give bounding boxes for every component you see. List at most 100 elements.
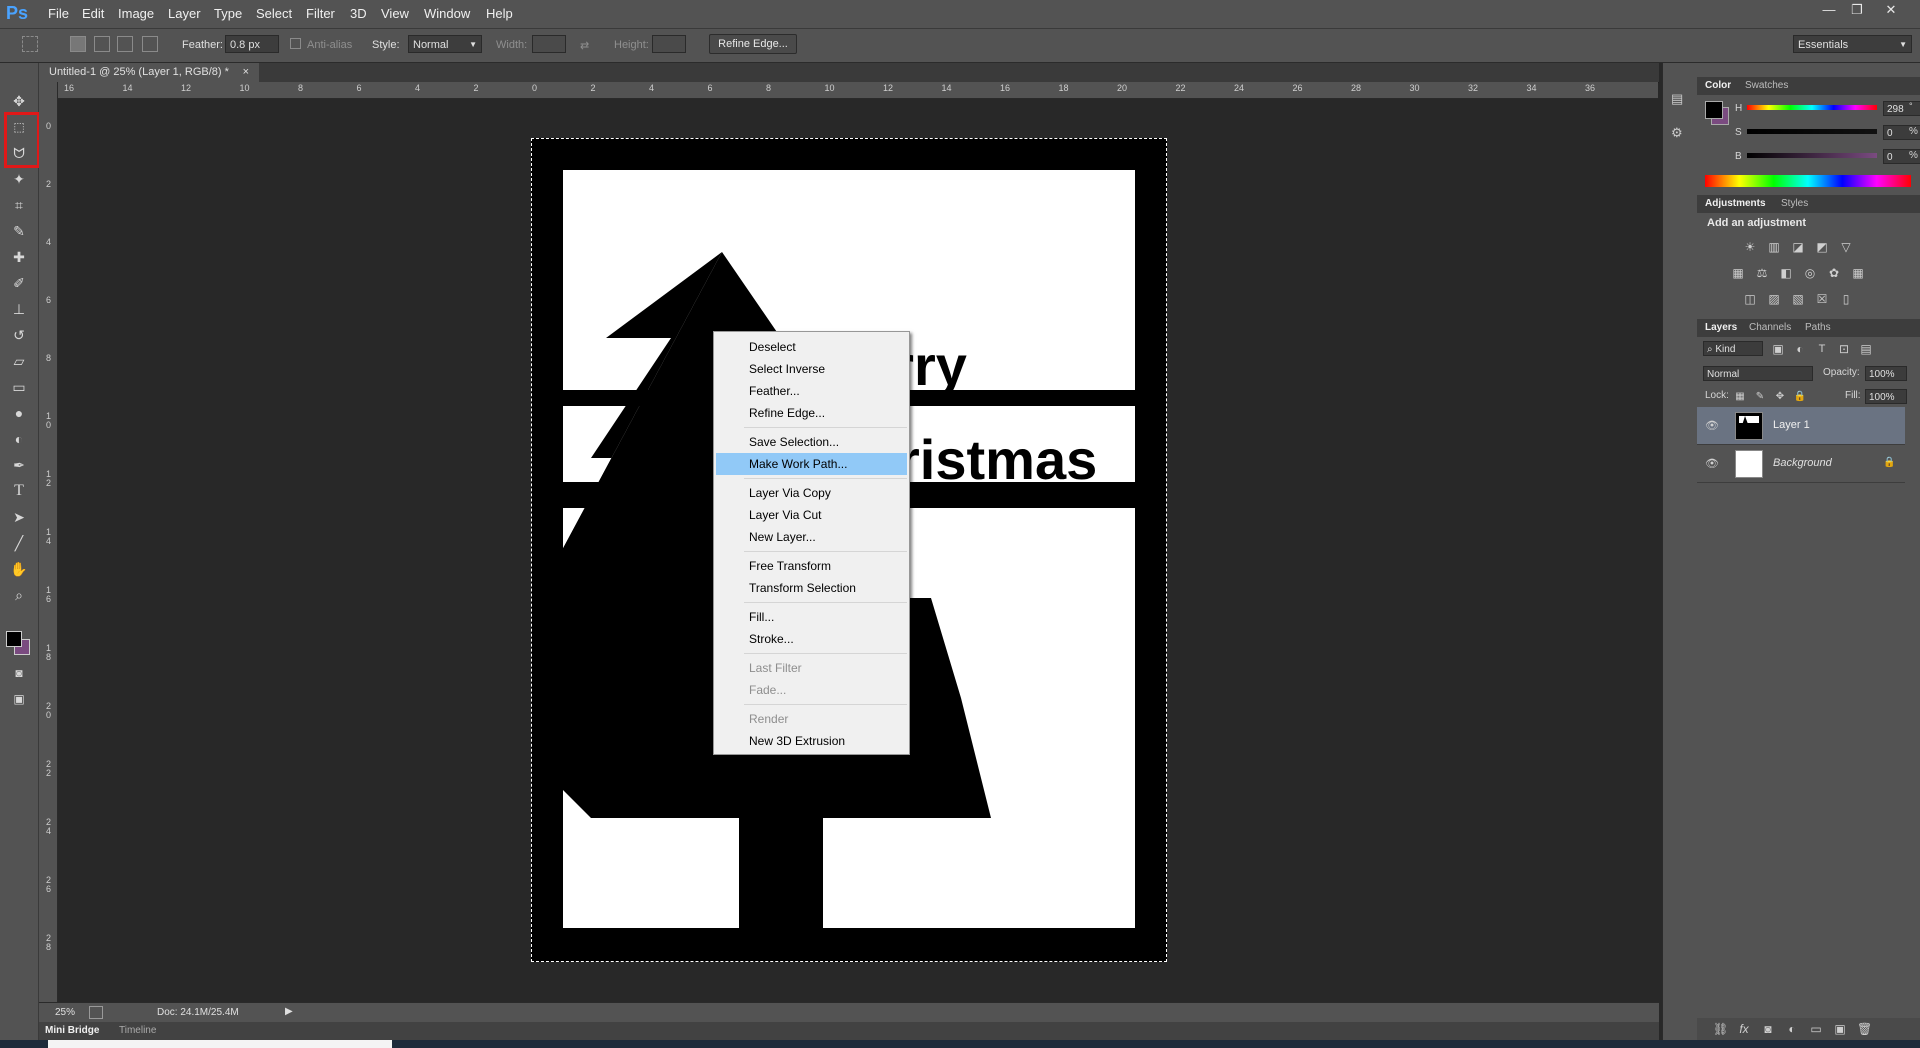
- document-tab[interactable]: Untitled-1 @ 25% (Layer 1, RGB/8) * ×: [39, 63, 259, 82]
- filter-adjustment-icon[interactable]: ◐: [1793, 343, 1807, 355]
- menu-item-new-3d-extrusion[interactable]: New 3D Extrusion: [716, 730, 907, 752]
- link-layers-icon[interactable]: ⛓: [1713, 1023, 1728, 1035]
- menu-item-transform-selection[interactable]: Transform Selection: [716, 577, 907, 599]
- menu-window[interactable]: Window: [424, 6, 470, 21]
- invert-icon[interactable]: ◫: [1743, 293, 1757, 305]
- tab-channels[interactable]: Channels: [1749, 322, 1791, 333]
- line-tool-icon[interactable]: ╱: [8, 533, 30, 553]
- menu-item-layer-via-copy[interactable]: Layer Via Copy: [716, 482, 907, 504]
- new-selection-icon[interactable]: [70, 36, 86, 52]
- swap-icon[interactable]: ⇄: [580, 39, 589, 52]
- menu-item-fill[interactable]: Fill...: [716, 606, 907, 628]
- type-tool-icon[interactable]: T: [8, 481, 30, 501]
- posterize-icon[interactable]: ▨: [1767, 293, 1781, 305]
- lock-all-icon[interactable]: 🔒: [1793, 391, 1807, 403]
- taskbar-item[interactable]: [48, 1040, 392, 1048]
- crop-tool-icon[interactable]: ⌗: [8, 195, 30, 215]
- brightness-contrast-icon[interactable]: ☀: [1743, 241, 1757, 253]
- tab-paths[interactable]: Paths: [1805, 322, 1831, 333]
- hand-tool-icon[interactable]: ✋: [8, 559, 30, 579]
- menu-item-feather[interactable]: Feather...: [716, 380, 907, 402]
- menu-file[interactable]: File: [48, 6, 69, 21]
- history-panel-icon[interactable]: ▤: [1671, 91, 1683, 107]
- feather-input[interactable]: 0.8 px: [225, 35, 279, 53]
- selective-color-icon[interactable]: ☒: [1815, 293, 1829, 305]
- history-brush-tool-icon[interactable]: ↺: [8, 325, 30, 345]
- layer-mask-icon[interactable]: ◙: [1761, 1023, 1775, 1035]
- tab-mini-bridge[interactable]: Mini Bridge: [45, 1025, 99, 1036]
- height-input[interactable]: [652, 35, 686, 53]
- style-select[interactable]: Normal ▼: [408, 35, 482, 53]
- color-balance-icon[interactable]: ⚖: [1755, 267, 1769, 279]
- layer-row-layer-1[interactable]: 👁 Layer 1: [1697, 407, 1905, 445]
- visibility-eye-icon[interactable]: 👁: [1705, 457, 1719, 470]
- panel-foreground-swatch[interactable]: [1705, 101, 1723, 119]
- new-group-icon[interactable]: ▭: [1809, 1023, 1823, 1035]
- menu-item-deselect[interactable]: Deselect: [716, 336, 907, 358]
- workspace-select[interactable]: Essentials ▼: [1793, 35, 1912, 53]
- gradient-map-icon[interactable]: ▯: [1839, 293, 1853, 305]
- clone-stamp-tool-icon[interactable]: ⊥: [8, 299, 30, 319]
- menu-filter[interactable]: Filter: [306, 6, 335, 21]
- marquee-preset-icon[interactable]: [22, 36, 38, 52]
- menu-help[interactable]: Help: [486, 6, 513, 21]
- menu-edit[interactable]: Edit: [82, 6, 104, 21]
- filter-shape-icon[interactable]: ⊡: [1837, 343, 1851, 355]
- delete-layer-icon[interactable]: 🗑: [1857, 1023, 1872, 1035]
- filter-smart-object-icon[interactable]: ▤: [1859, 343, 1873, 355]
- menu-item-new-layer[interactable]: New Layer...: [716, 526, 907, 548]
- menu-item-make-work-path[interactable]: Make Work Path...: [716, 453, 907, 475]
- close-tab-icon[interactable]: ×: [243, 63, 249, 82]
- tab-color[interactable]: Color: [1705, 80, 1731, 91]
- path-selection-tool-icon[interactable]: ➤: [8, 507, 30, 527]
- h-input[interactable]: 298: [1883, 101, 1920, 116]
- properties-panel-icon[interactable]: ⚙: [1671, 125, 1683, 141]
- saturation-slider[interactable]: [1747, 129, 1877, 134]
- eraser-tool-icon[interactable]: ▱: [8, 351, 30, 371]
- gradient-tool-icon[interactable]: ▭: [8, 377, 30, 397]
- tab-layers[interactable]: Layers: [1705, 322, 1737, 333]
- hue-slider[interactable]: [1747, 105, 1877, 110]
- minimize-button[interactable]: —: [1818, 2, 1840, 18]
- tab-swatches[interactable]: Swatches: [1745, 80, 1788, 91]
- status-icon[interactable]: [89, 1006, 103, 1019]
- opacity-input[interactable]: 100%: [1865, 366, 1907, 381]
- black-white-icon[interactable]: ◧: [1779, 267, 1793, 279]
- menu-item-free-transform[interactable]: Free Transform: [716, 555, 907, 577]
- dodge-tool-icon[interactable]: ◐: [8, 429, 30, 449]
- channel-mixer-icon[interactable]: ✿: [1827, 267, 1841, 279]
- filter-pixel-icon[interactable]: ▣: [1771, 343, 1785, 355]
- color-ramp[interactable]: [1705, 175, 1911, 187]
- layer-row-background[interactable]: 👁 Background 🔒: [1697, 445, 1905, 483]
- intersect-selection-icon[interactable]: [142, 36, 158, 52]
- menu-item-layer-via-cut[interactable]: Layer Via Cut: [716, 504, 907, 526]
- menu-3d[interactable]: 3D: [350, 6, 367, 21]
- menu-item-save-selection[interactable]: Save Selection...: [716, 431, 907, 453]
- zoom-tool-icon[interactable]: ⌕: [8, 585, 30, 605]
- pen-tool-icon[interactable]: ✒: [8, 455, 30, 475]
- foreground-color-swatch[interactable]: [6, 631, 22, 647]
- magic-wand-tool-icon[interactable]: ✦: [8, 169, 30, 189]
- blend-mode-select[interactable]: Normal: [1703, 366, 1813, 381]
- menu-select[interactable]: Select: [256, 6, 292, 21]
- brightness-slider[interactable]: [1747, 153, 1877, 158]
- kind-filter-select[interactable]: ⌕ Kind: [1703, 341, 1763, 356]
- close-window-button[interactable]: ✕: [1880, 2, 1902, 18]
- menu-type[interactable]: Type: [214, 6, 242, 21]
- lock-pixels-icon[interactable]: ✎: [1753, 391, 1767, 403]
- curves-icon[interactable]: ◪: [1791, 241, 1805, 253]
- fill-input[interactable]: 100%: [1865, 389, 1907, 404]
- tab-adjustments[interactable]: Adjustments: [1705, 198, 1766, 209]
- width-input[interactable]: [532, 35, 566, 53]
- menu-image[interactable]: Image: [118, 6, 154, 21]
- lock-transparent-icon[interactable]: ▦: [1733, 391, 1747, 403]
- blur-tool-icon[interactable]: ●: [8, 403, 30, 423]
- play-arrow-icon[interactable]: ▶: [285, 1006, 293, 1017]
- healing-brush-tool-icon[interactable]: ✚: [8, 247, 30, 267]
- lock-position-icon[interactable]: ✥: [1773, 391, 1787, 403]
- tab-timeline[interactable]: Timeline: [119, 1025, 156, 1036]
- threshold-icon[interactable]: ▧: [1791, 293, 1805, 305]
- visibility-eye-icon[interactable]: 👁: [1705, 419, 1719, 432]
- zoom-level[interactable]: 25%: [55, 1007, 75, 1018]
- new-adjustment-layer-icon[interactable]: ◐: [1785, 1023, 1799, 1035]
